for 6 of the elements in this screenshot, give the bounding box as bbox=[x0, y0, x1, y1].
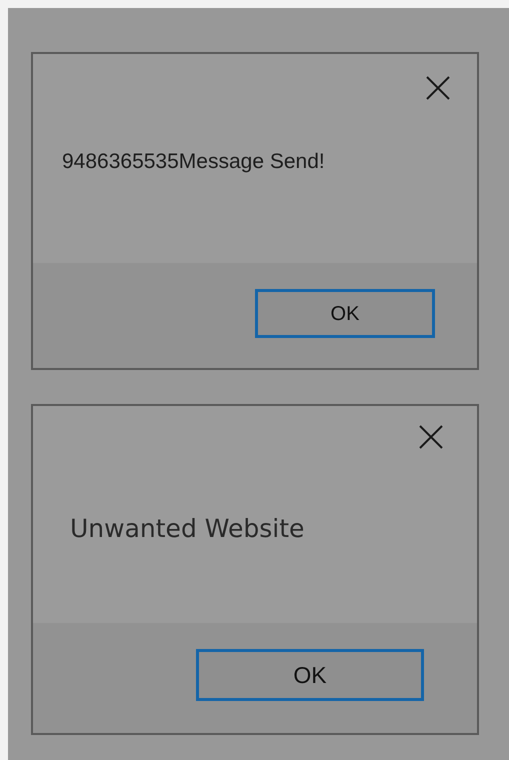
ok-button[interactable]: OK bbox=[196, 649, 424, 701]
dialog-message: 9486365535Message Send! bbox=[62, 150, 325, 173]
close-icon[interactable] bbox=[425, 75, 451, 101]
ok-button[interactable]: OK bbox=[255, 289, 435, 338]
close-icon[interactable] bbox=[418, 424, 444, 450]
dialog-message: Unwanted Website bbox=[70, 514, 304, 543]
